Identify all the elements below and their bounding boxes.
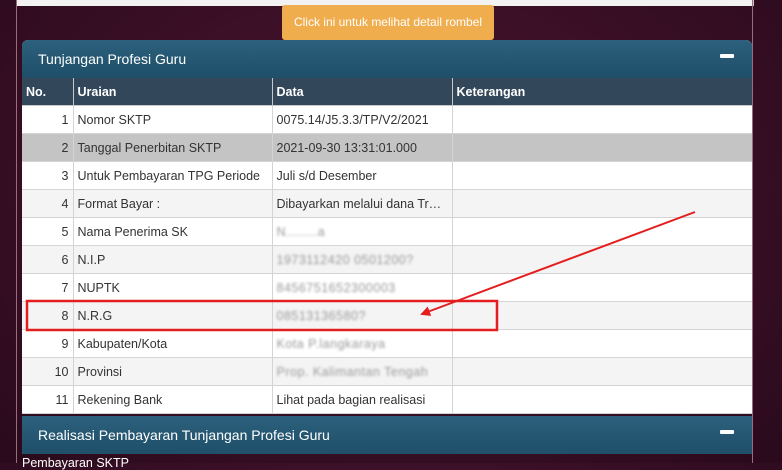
table-row: 11 Rekening Bank Lihat pada bagian reali… [22, 385, 752, 414]
row-keterangan [452, 385, 752, 414]
column-header-no: No. [22, 78, 74, 106]
table-row-nrg: 8 N.R.G 08513136580? [22, 301, 752, 330]
row-keterangan [452, 329, 752, 358]
row-data-redacted: Prop. Kalimantan Tengah [272, 357, 453, 386]
row-data: Lihat pada bagian realisasi [272, 385, 453, 414]
row-keterangan [452, 357, 752, 386]
right-border-line [752, 0, 753, 463]
row-data-redacted: 1973112420 0501200? [272, 245, 453, 274]
row-uraian: Provinsi [73, 357, 273, 386]
row-no: 6 [22, 245, 74, 274]
row-uraian: N.I.P [73, 245, 273, 274]
row-uraian: Format Bayar : [73, 189, 273, 218]
row-uraian: Nomor SKTP [73, 105, 273, 134]
row-uraian: Nama Penerima SK [73, 217, 273, 246]
row-keterangan [452, 273, 752, 302]
row-data: 0075.14/J5.3.3/TP/V2/2021 [272, 105, 453, 134]
table-header-row: No. Uraian Data Keterangan [22, 78, 752, 106]
row-keterangan [452, 245, 752, 274]
row-uraian: Tanggal Penerbitan SKTP [73, 133, 273, 162]
row-no: 1 [22, 105, 74, 134]
realisasi-panel-title: Realisasi Pembayaran Tunjangan Profesi G… [38, 427, 330, 443]
table-row: 3 Untuk Pembayaran TPG Periode Juli s/d … [22, 161, 752, 190]
column-header-keterangan: Keterangan [452, 78, 752, 106]
table-row: 2 Tanggal Penerbitan SKTP 2021-09-30 13:… [22, 133, 752, 162]
row-uraian: Kabupaten/Kota [73, 329, 273, 358]
row-keterangan [452, 161, 752, 190]
row-keterangan [452, 105, 752, 134]
left-border-line [16, 0, 17, 463]
row-uraian: NUPTK [73, 273, 273, 302]
realisasi-panel-header: Realisasi Pembayaran Tunjangan Profesi G… [22, 416, 752, 454]
panel-title: Tunjangan Profesi Guru [38, 51, 187, 67]
row-keterangan [452, 133, 752, 162]
row-no: 11 [22, 385, 74, 414]
row-no: 5 [22, 217, 74, 246]
row-data-redacted: Kota P.langkaraya [272, 329, 453, 358]
column-header-uraian: Uraian [73, 78, 273, 106]
table-row: 9 Kabupaten/Kota Kota P.langkaraya [22, 329, 752, 358]
collapse-icon[interactable] [720, 54, 734, 58]
pembayaran-sktp-label: Pembayaran SKTP [22, 456, 129, 470]
row-uraian: N.R.G [73, 301, 273, 330]
row-keterangan [452, 189, 752, 218]
row-no: 7 [22, 273, 74, 302]
row-no: 3 [22, 161, 74, 190]
table-row: 1 Nomor SKTP 0075.14/J5.3.3/TP/V2/2021 [22, 105, 752, 134]
row-no: 10 [22, 357, 74, 386]
row-data-redacted: 8456751652300003 [272, 273, 453, 302]
row-uraian: Rekening Bank [73, 385, 273, 414]
row-data: Dibayarkan melalui dana Transf... [272, 189, 453, 218]
row-data: 2021-09-30 13:31:01.000 [272, 133, 453, 162]
row-data-redacted: 08513136580? [272, 301, 453, 330]
tunjangan-profesi-panel: Tunjangan Profesi Guru No. Uraian Data K… [22, 40, 752, 414]
table-row: 4 Format Bayar : Dibayarkan melalui dana… [22, 189, 752, 218]
tunjangan-table: No. Uraian Data Keterangan 1 Nomor SKTP … [22, 78, 752, 414]
row-no: 2 [22, 133, 74, 162]
view-rombel-detail-button[interactable]: Click ini untuk melihat detail rombel [282, 5, 494, 40]
table-row: 7 NUPTK 8456751652300003 [22, 273, 752, 302]
row-no: 8 [22, 301, 74, 330]
row-no: 9 [22, 329, 74, 358]
row-keterangan [452, 217, 752, 246]
collapse-icon[interactable] [720, 430, 734, 434]
table-row: 5 Nama Penerima SK N........a [22, 217, 752, 246]
row-no: 4 [22, 189, 74, 218]
table-row: 10 Provinsi Prop. Kalimantan Tengah [22, 357, 752, 386]
table-row: 6 N.I.P 1973112420 0501200? [22, 245, 752, 274]
panel-header: Tunjangan Profesi Guru [22, 40, 752, 78]
row-keterangan [452, 301, 752, 330]
row-data-redacted: N........a [272, 217, 453, 246]
column-header-data: Data [272, 78, 453, 106]
row-uraian: Untuk Pembayaran TPG Periode [73, 161, 273, 190]
row-data: Juli s/d Desember [272, 161, 453, 190]
